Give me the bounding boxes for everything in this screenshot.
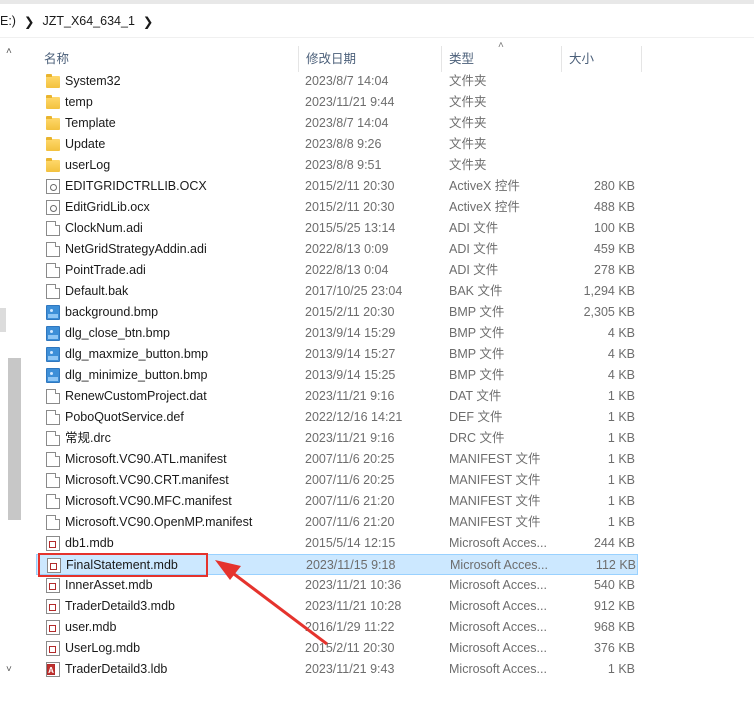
annotation-arrow-line <box>229 569 328 646</box>
annotation-arrow <box>215 560 328 646</box>
